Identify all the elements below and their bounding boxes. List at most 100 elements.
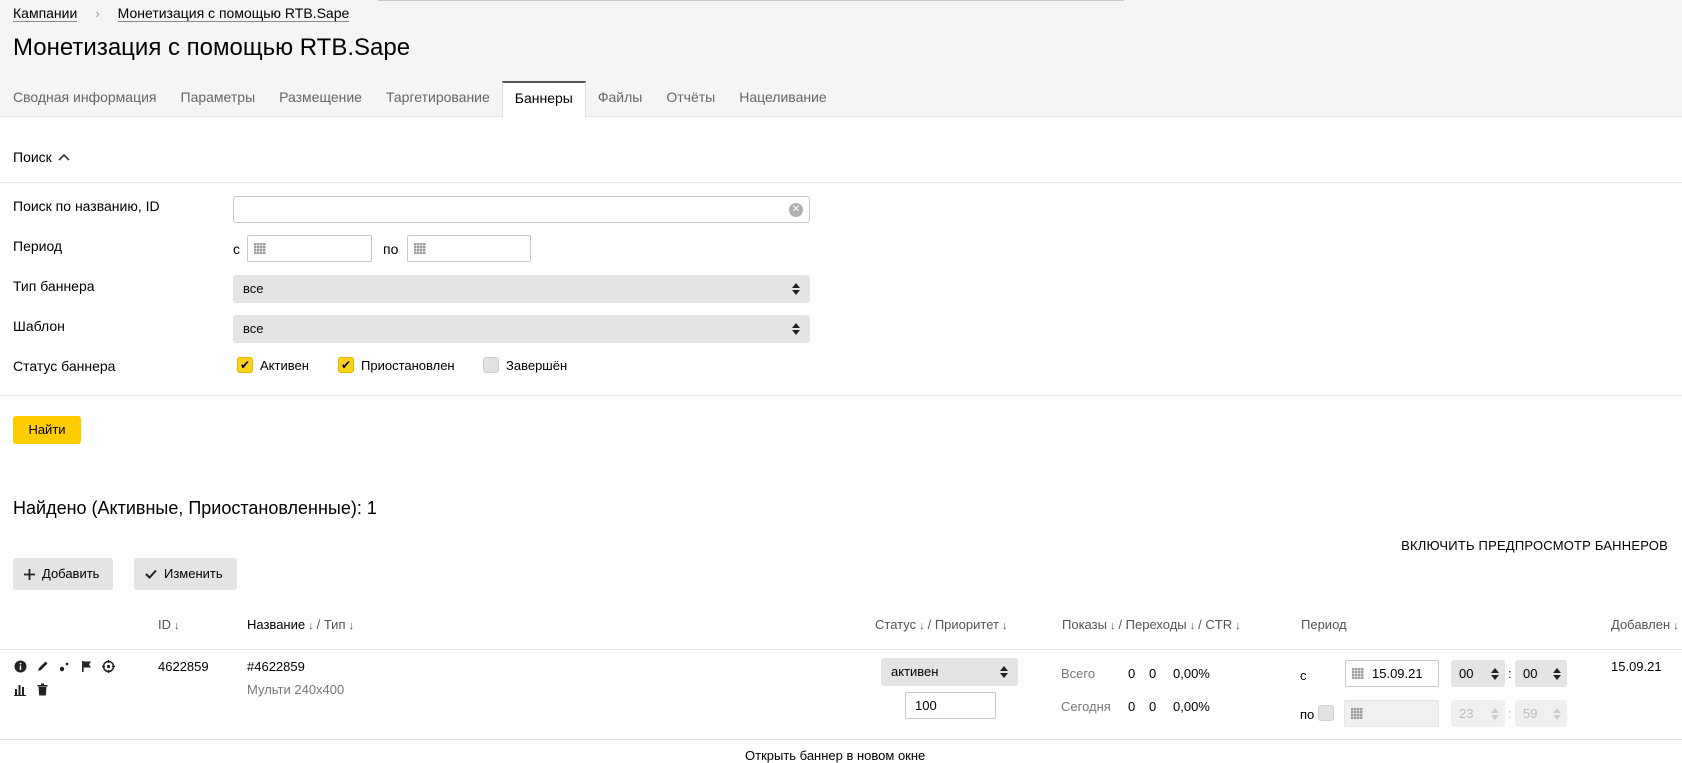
calendar-icon bbox=[1352, 668, 1364, 679]
period-to-label: по bbox=[1300, 707, 1315, 722]
chevron-up-icon bbox=[58, 153, 70, 161]
add-button-label: Добавить bbox=[42, 566, 100, 581]
search-name-label: Поиск по названию, ID bbox=[13, 198, 160, 214]
breadcrumb-separator: › bbox=[95, 6, 100, 21]
status-finished-checkbox[interactable]: Завершён bbox=[483, 357, 567, 373]
select-arrows-icon bbox=[792, 323, 800, 335]
tab-summary[interactable]: Сводная информация bbox=[0, 81, 169, 117]
plus-icon bbox=[24, 568, 35, 580]
status-paused-label: Приостановлен bbox=[361, 357, 455, 373]
sort-arrow-icon: ↓ bbox=[348, 620, 355, 632]
tab-aiming[interactable]: Нацеливание bbox=[727, 81, 838, 117]
row-actions bbox=[13, 659, 123, 696]
breadcrumb-current-link[interactable]: Монетизация с помощью RTB.Sape bbox=[117, 5, 350, 22]
checkmark-icon bbox=[145, 569, 157, 579]
unchecked-box bbox=[483, 357, 499, 373]
sort-arrow-icon: ↓ bbox=[308, 620, 314, 632]
column-header-name-label: Название bbox=[247, 617, 306, 632]
status-value: активен bbox=[891, 664, 939, 679]
status-active-checkbox[interactable]: ✔ Активен bbox=[237, 357, 309, 373]
stats-total-label: Всего bbox=[1061, 666, 1096, 681]
banner-type-value: все bbox=[243, 281, 264, 296]
sort-arrow-icon: ↓ bbox=[1235, 620, 1241, 632]
banner-name[interactable]: #4622859 bbox=[247, 659, 305, 674]
tab-reports[interactable]: Отчёты bbox=[654, 81, 727, 117]
column-header-status-label: Статус bbox=[875, 617, 917, 632]
tab-files[interactable]: Файлы bbox=[586, 81, 654, 117]
period-to-hour-value: 23 bbox=[1459, 706, 1474, 721]
period-to-minute-select[interactable]: 59 bbox=[1515, 700, 1567, 727]
stats-total-ctr: 0,00% bbox=[1173, 666, 1210, 681]
find-button[interactable]: Найти bbox=[13, 416, 81, 444]
checkmark-icon: ✔ bbox=[338, 357, 354, 373]
search-input[interactable]: ✕ bbox=[233, 196, 810, 223]
select-arrows-icon bbox=[1000, 666, 1008, 678]
sort-arrow-icon: ↓ bbox=[919, 620, 925, 632]
breadcrumb-campaigns-link[interactable]: Кампании bbox=[13, 5, 78, 22]
tab-targeting[interactable]: Таргетирование bbox=[374, 81, 502, 117]
period-from-input[interactable] bbox=[247, 235, 372, 262]
tab-parameters[interactable]: Параметры bbox=[169, 81, 268, 117]
period-to-checkbox[interactable] bbox=[1318, 705, 1334, 721]
period-to-label: по bbox=[383, 241, 399, 257]
edit-button-label: Изменить bbox=[164, 566, 223, 581]
template-select[interactable]: все bbox=[233, 315, 810, 343]
clear-icon[interactable]: ✕ bbox=[789, 203, 803, 217]
period-from-label: с bbox=[233, 241, 240, 257]
status-paused-checkbox[interactable]: ✔ Приостановлен bbox=[338, 357, 455, 373]
trash-icon[interactable] bbox=[35, 682, 49, 696]
select-arrows-icon bbox=[1553, 708, 1561, 720]
tab-placement[interactable]: Размещение bbox=[267, 81, 374, 117]
select-arrows-icon bbox=[792, 283, 800, 295]
column-header-status[interactable]: Статус ↓ / Приоритет ↓ bbox=[875, 617, 1010, 632]
period-from-minute-select[interactable]: 00 bbox=[1515, 660, 1567, 687]
page-title: Монетизация с помощью RTB.Sape bbox=[13, 34, 411, 61]
sort-arrow-icon: ↓ bbox=[1189, 620, 1196, 632]
statistics-icon[interactable] bbox=[13, 682, 27, 696]
sort-arrow-icon: ↓ bbox=[1109, 620, 1116, 632]
period-from-hour-value: 00 bbox=[1459, 666, 1474, 681]
tab-banners[interactable]: Баннеры bbox=[501, 81, 586, 118]
calendar-icon bbox=[414, 243, 426, 254]
time-separator: : bbox=[1508, 706, 1512, 721]
period-to-hour-select[interactable]: 23 bbox=[1451, 700, 1505, 727]
add-button[interactable]: Добавить bbox=[13, 558, 114, 590]
period-to-minute-value: 59 bbox=[1523, 706, 1538, 721]
search-toggle[interactable]: Поиск bbox=[13, 149, 70, 165]
edit-pencil-icon[interactable] bbox=[35, 659, 49, 673]
period-from-date-value: 15.09.21 bbox=[1372, 666, 1423, 681]
edit-button[interactable]: Изменить bbox=[134, 558, 237, 590]
flag-icon[interactable] bbox=[79, 659, 93, 673]
time-separator: : bbox=[1508, 666, 1512, 681]
sort-arrow-icon: ↓ bbox=[174, 620, 180, 632]
calendar-icon bbox=[254, 243, 266, 254]
banner-type-select[interactable]: все bbox=[233, 275, 810, 303]
period-to-input[interactable] bbox=[407, 235, 531, 262]
banner-status-label: Статус баннера bbox=[13, 358, 116, 374]
banner-type: Мульти 240x400 bbox=[247, 682, 345, 697]
target-icon[interactable] bbox=[101, 659, 115, 673]
banner-preview-toggle[interactable]: ВКЛЮЧИТЬ ПРЕДПРОСМОТР БАННЕРОВ bbox=[1401, 538, 1668, 553]
priority-input[interactable]: 100 bbox=[905, 692, 996, 719]
duplicate-icon[interactable] bbox=[57, 659, 71, 673]
period-from-date-input[interactable]: 15.09.21 bbox=[1345, 660, 1439, 687]
info-icon[interactable] bbox=[13, 659, 27, 673]
table-row-divider bbox=[0, 739, 1682, 740]
column-header-id[interactable]: ID ↓ bbox=[158, 617, 183, 632]
select-arrows-icon bbox=[1491, 708, 1499, 720]
found-count: Найдено (Активные, Приостановленные): 1 bbox=[13, 498, 377, 518]
column-header-period: Период bbox=[1301, 617, 1347, 632]
column-header-id-label: ID bbox=[158, 617, 171, 632]
column-header-name[interactable]: Название ↓ / Тип ↓ bbox=[247, 617, 357, 632]
banner-type-label: Тип баннера bbox=[13, 278, 95, 294]
stats-today-ctr: 0,00% bbox=[1173, 699, 1210, 714]
period-to-date-input[interactable] bbox=[1344, 700, 1439, 727]
breadcrumb: Кампании › Монетизация с помощью RTB.Sap… bbox=[13, 5, 350, 22]
calendar-icon bbox=[1351, 708, 1363, 719]
status-select[interactable]: активен bbox=[881, 658, 1018, 686]
stats-today-clicks: 0 bbox=[1149, 699, 1157, 714]
period-from-hour-select[interactable]: 00 bbox=[1451, 660, 1505, 687]
column-header-stats[interactable]: Показы ↓ / Переходы ↓ / CTR ↓ bbox=[1062, 617, 1244, 632]
sort-arrow-icon: ↓ bbox=[1001, 620, 1008, 632]
column-header-added[interactable]: Добавлен ↓ bbox=[1611, 617, 1682, 632]
